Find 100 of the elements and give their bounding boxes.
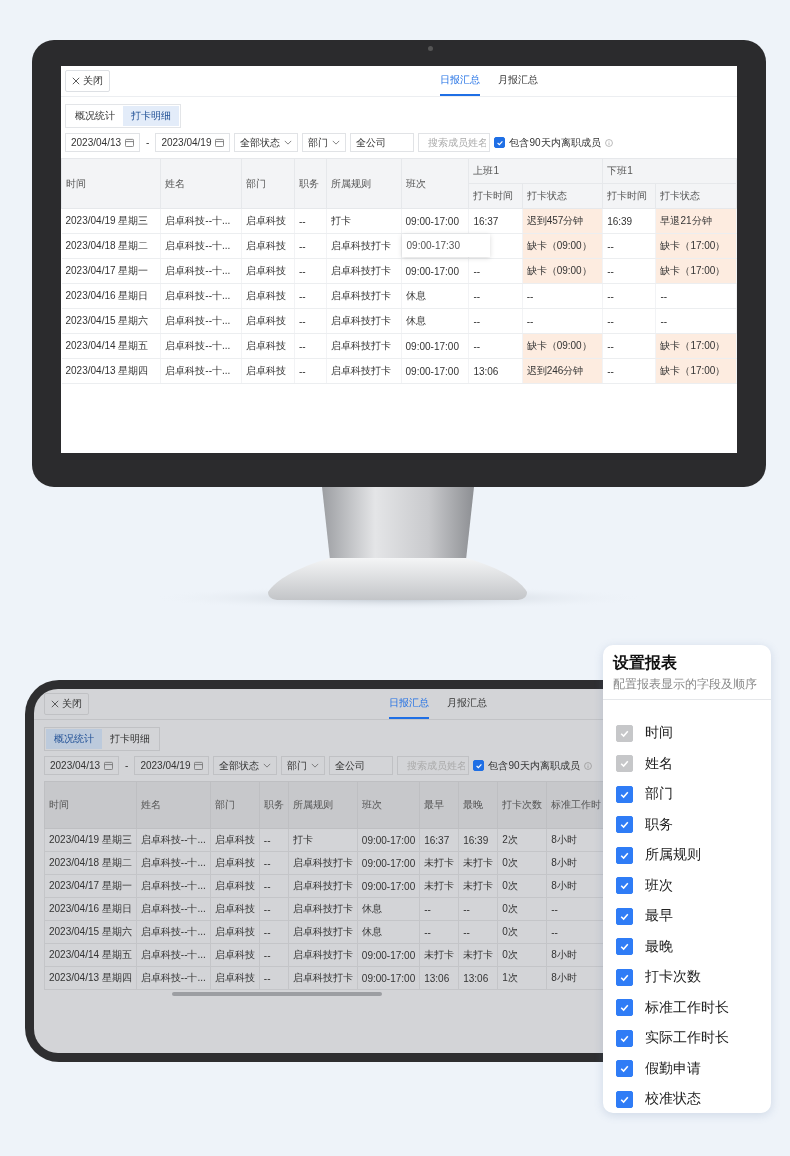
table-cell: -- [468,283,523,309]
table-cell: 13:06 [419,966,459,990]
table-cell: -- [458,897,498,921]
scope-dropdown[interactable]: 部门 [281,756,326,775]
view-tab[interactable]: 概况统计 [46,729,102,749]
table-cell: -- [294,233,327,259]
field-label: 校准状态 [645,1090,701,1108]
column-header: 姓名 [136,781,211,829]
checkbox[interactable] [616,846,633,864]
table-cell: 启卓科技--十... [136,966,211,990]
close-button[interactable]: 关闭 [44,693,89,715]
field-label: 所属规则 [645,846,701,864]
table-cell: 启卓科技 [241,283,295,309]
end-date-field[interactable]: 2023/04/19 [134,756,210,775]
checkbox-label: 包含90天内离职成员 [509,135,601,150]
checkbox[interactable] [616,999,633,1016]
checkbox-label: 包含90天内离职成员 [488,758,580,773]
table-cell: -- [294,283,327,309]
table-cell: 2023/04/17 星期一 [44,874,137,898]
checkbox[interactable] [616,816,633,833]
status-cell: -- [522,308,603,334]
checkbox[interactable] [616,907,633,925]
column-group-header: 下班1 [602,158,737,184]
table-cell: 打卡 [326,208,402,234]
close-icon [72,77,80,85]
check-icon [619,880,630,891]
search-field[interactable]: 搜索成员姓名 [418,133,491,152]
close-button[interactable]: 关闭 [65,70,110,92]
table-cell: 启卓科技 [241,358,295,384]
checkbox[interactable] [616,1090,633,1108]
table-cell: 2023/04/14 星期五 [44,943,137,967]
report-tab[interactable]: 月报汇总 [498,66,538,96]
checkbox[interactable] [616,968,633,986]
field-label: 打卡次数 [645,968,701,986]
table-cell: 休息 [401,308,469,334]
report-tab[interactable]: 日报汇总 [440,66,480,96]
view-tab[interactable]: 概况统计 [67,106,123,126]
table-cell: 09:00-17:00 [357,851,420,875]
table-cell: 启卓科技打卡 [326,333,402,359]
status-cell: -- [655,283,737,309]
status-cell: -- [522,283,603,309]
table-cell: 未打卡 [458,851,498,875]
table-cell: 启卓科技--十... [160,233,242,259]
status-cell: 迟到457分钟 [522,208,603,234]
status-cell: 缺卡（09:00） [522,233,603,259]
table-cell: 启卓科技打卡 [288,851,358,875]
table-cell: 2023/04/14 星期五 [61,333,161,359]
checkbox[interactable] [616,785,633,803]
checkbox[interactable] [616,938,633,955]
scope-value-field[interactable]: 全公司 [329,756,394,775]
checkbox[interactable] [616,877,633,894]
table-cell: 启卓科技打卡 [288,897,358,921]
field-label: 时间 [645,724,673,742]
table-cell: 启卓科技 [241,308,295,334]
check-icon [619,819,630,830]
table-cell: -- [602,308,656,334]
field-label: 假勤申请 [645,1059,701,1078]
start-date-field[interactable]: 2023/04/13 [44,756,120,775]
table-cell: 未打卡 [419,943,459,967]
table-cell: 09:00-17:00 [357,943,420,967]
table-cell: 0次 [497,851,547,875]
checkbox[interactable] [616,1029,633,1047]
table-cell: 启卓科技--十... [136,920,211,944]
table-cell: 启卓科技 [241,233,295,259]
table-cell: 启卓科技 [241,333,295,359]
start-date-field[interactable]: 2023/04/13 [65,133,141,152]
check-icon [495,138,504,147]
table-cell: 启卓科技--十... [136,828,211,852]
status-cell: 迟到246分钟 [522,358,603,384]
scrollbar-thumb[interactable] [172,992,382,996]
table-cell: 16:39 [458,828,498,852]
table-cell: 2次 [497,828,547,852]
table-cell: 启卓科技--十... [136,897,211,921]
table-cell: -- [468,333,523,359]
table-cell: 未打卡 [458,874,498,898]
table-cell: 16:39 [602,208,656,234]
table-cell: 2023/04/17 星期一 [61,258,161,284]
scope-value-field[interactable]: 全公司 [350,133,415,152]
column-header: 部门 [241,158,295,209]
status-dropdown[interactable]: 全部状态 [234,133,299,152]
report-tab[interactable]: 月报汇总 [447,689,487,719]
view-tab[interactable]: 打卡明细 [123,106,179,126]
scope-dropdown[interactable]: 部门 [302,133,347,152]
table-cell: -- [259,943,289,967]
checkbox[interactable] [616,1060,633,1077]
table-cell: 0次 [497,920,547,944]
table-cell: -- [294,333,327,359]
table-cell: 启卓科技--十... [160,308,242,334]
view-tab[interactable]: 打卡明细 [102,729,158,749]
column-header: 时间 [61,158,161,209]
field-label: 姓名 [645,754,673,773]
checkbox[interactable] [473,760,485,771]
table-cell: 未打卡 [419,851,459,875]
column-header: 班次 [357,781,420,829]
table-cell: 0次 [497,897,547,921]
checkbox[interactable] [494,137,506,148]
calendar-icon [194,761,204,770]
status-dropdown[interactable]: 全部状态 [213,756,278,775]
end-date-field[interactable]: 2023/04/19 [155,133,231,152]
table-cell: -- [259,828,289,852]
